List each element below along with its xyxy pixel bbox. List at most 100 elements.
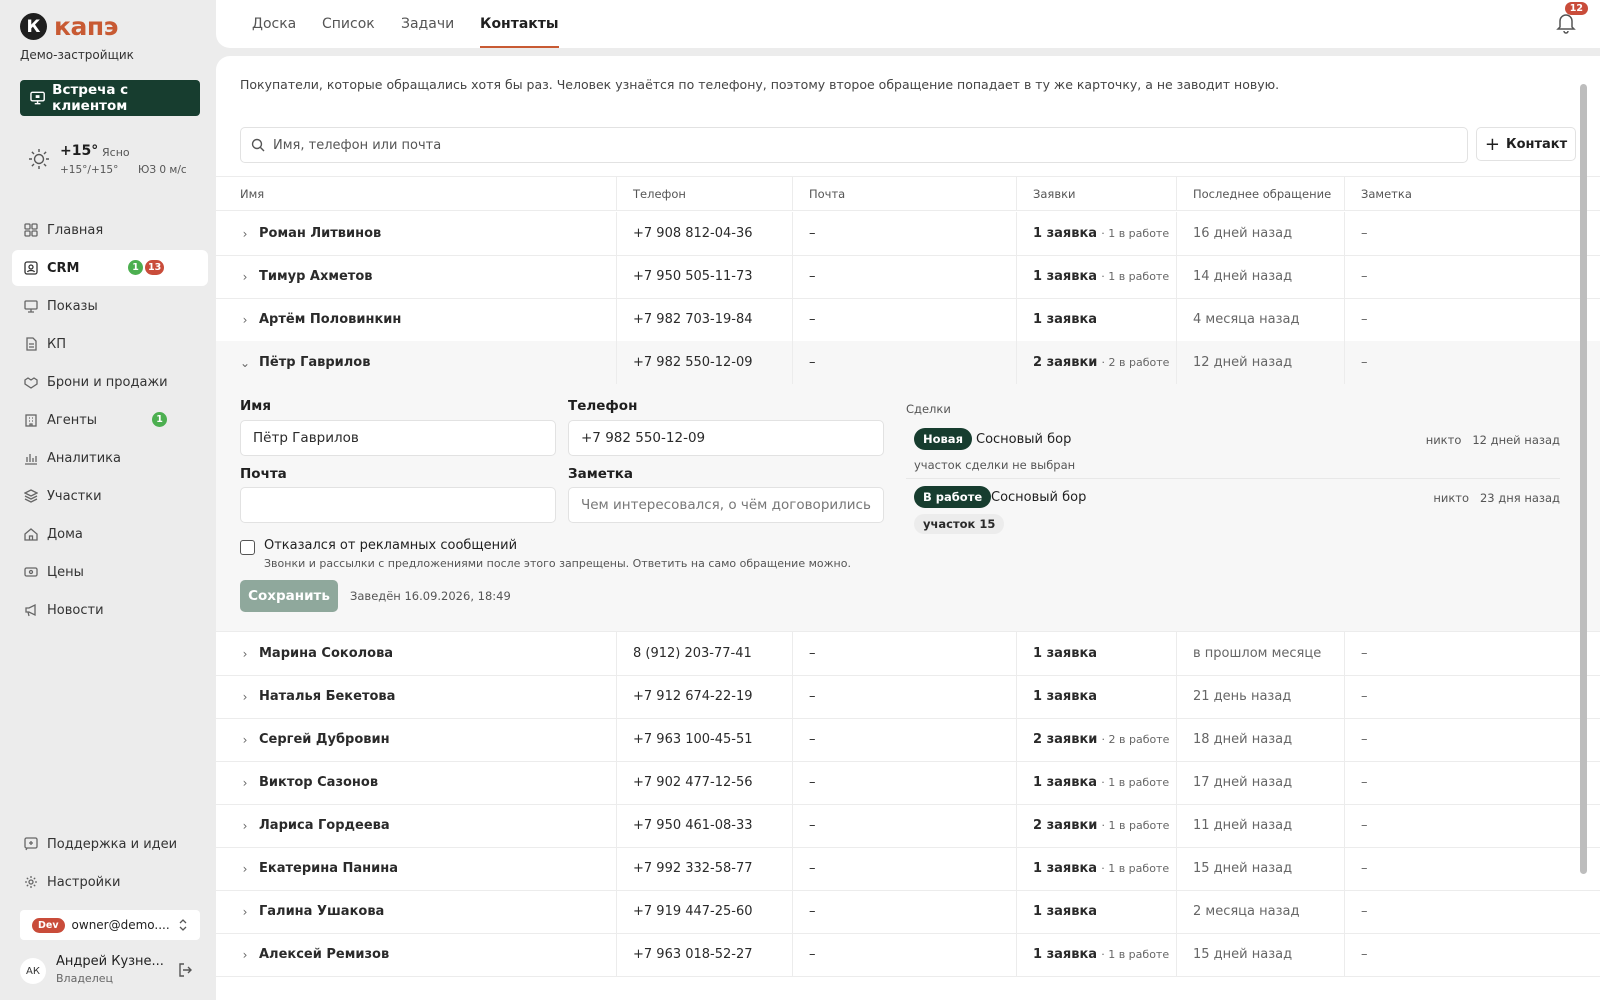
requests-in-progress: · 1 в работе [1101, 776, 1170, 789]
logo[interactable]: К капэ [20, 12, 118, 41]
table-row[interactable]: › Тимур Ахметов +7 950 505-11-73–1 заявка … [216, 255, 1600, 299]
table-row[interactable]: › Марина Соколова 8 (912) 203-77-41–1 заяв… [216, 632, 1600, 676]
sidebar-item-plots[interactable]: Участки [12, 478, 208, 514]
weather-widget: +15° Ясно +15°/+15° ЮЗ 0 м/с [28, 142, 198, 182]
save-button[interactable]: Сохранить [240, 580, 338, 612]
chevron-right-icon[interactable]: › [240, 270, 250, 284]
table-row[interactable]: › Галина Ушакова +7 919 447-25-60–1 заявка… [216, 890, 1600, 934]
email-label: Почта [240, 466, 287, 482]
chevron-right-icon[interactable]: › [240, 862, 250, 876]
weather-condition: Ясно [102, 146, 130, 159]
sidebar-item-houses[interactable]: Дома [12, 516, 208, 552]
sidebar-item-support[interactable]: Поддержка и идеи [12, 826, 208, 862]
search-input[interactable]: Имя, телефон или почта [240, 127, 1468, 163]
env-badge: Dev [32, 917, 65, 933]
chevron-right-icon[interactable]: › [240, 227, 250, 241]
chevron-right-icon[interactable]: › [240, 733, 250, 747]
cell-last-contact: 17 дней назад [1176, 761, 1344, 804]
table-row[interactable]: › Лариса Гордеева +7 950 461-08-33–2 заявк… [216, 804, 1600, 848]
scrollbar[interactable] [1580, 84, 1587, 874]
header-email[interactable]: Почта [792, 177, 1016, 210]
sidebar-item-prices[interactable]: Цены [12, 554, 208, 590]
header-note[interactable]: Заметка [1344, 177, 1600, 210]
chevron-right-icon[interactable]: › [240, 948, 250, 962]
deal-meta: никто 23 дня назад [1433, 491, 1560, 505]
sidebar-item-label: Участки [47, 488, 102, 504]
deal-status-badge: В работе [914, 486, 992, 508]
header-last-contact[interactable]: Последнее обращение [1176, 177, 1344, 210]
table-row[interactable]: › Алексей Ремизов +7 963 018-52-27–1 заявк… [216, 933, 1600, 977]
logout-icon[interactable] [178, 962, 194, 978]
cell-requests: 1 заявка [1016, 298, 1176, 341]
sidebar-item-crm[interactable]: CRM 1 13 [12, 250, 208, 286]
header-phone[interactable]: Телефон [616, 177, 792, 210]
chevron-right-icon[interactable]: › [240, 776, 250, 790]
sidebar-item-home[interactable]: Главная [12, 212, 208, 248]
table-row[interactable]: › Виктор Сазонов +7 902 477-12-56–1 заявка… [216, 761, 1600, 805]
contacts-description: Покупатели, которые обращались хотя бы р… [240, 77, 1280, 92]
cell-phone: +7 902 477-12-56 [616, 761, 792, 804]
table-row[interactable]: › Екатерина Панина +7 992 332-58-77–1 заяв… [216, 847, 1600, 891]
email-field[interactable] [240, 487, 556, 523]
table-row[interactable]: › Наталья Бекетова +7 912 674-22-19–1 заяв… [216, 675, 1600, 719]
cell-note: – [1344, 675, 1600, 718]
chevron-right-icon[interactable]: › [240, 313, 250, 327]
sidebar-item-bookings[interactable]: Брони и продажи [12, 364, 208, 400]
sidebar-item-kp[interactable]: КП [12, 326, 208, 362]
contact-name: Пётр Гаврилов [259, 355, 371, 370]
sidebar-item-analytics[interactable]: Аналитика [12, 440, 208, 476]
table-row[interactable]: › Роман Литвинов +7 908 812-04-36–1 заявка… [216, 212, 1600, 256]
company-name: Демо-застройщик [20, 48, 134, 62]
tab-contacts[interactable]: Контакты [480, 16, 559, 48]
table-header: Имя Телефон Почта Заявки Последнее обращ… [216, 176, 1600, 211]
cell-last-contact: 11 дней назад [1176, 804, 1344, 847]
crm-badge-overdue: 13 [145, 260, 165, 275]
notifications-button[interactable] [1556, 12, 1576, 38]
support-label: Поддержка и идеи [47, 836, 178, 852]
chevron-right-icon[interactable]: › [240, 690, 250, 704]
crm-badge-new: 1 [128, 260, 143, 275]
table-row[interactable]: › Сергей Дубровин +7 963 100-45-51–2 заявк… [216, 718, 1600, 762]
cell-requests: 1 заявка [1016, 632, 1176, 675]
phone-field[interactable]: +7 982 550-12-09 [568, 420, 884, 456]
chevron-right-icon[interactable]: › [240, 647, 250, 661]
table-row[interactable]: ⌄ Пётр Гаврилов +7 982 550-12-09–2 заявки … [216, 341, 1600, 385]
header-requests[interactable]: Заявки [1016, 177, 1176, 210]
contact-name: Екатерина Панина [259, 861, 399, 876]
add-contact-button[interactable]: + Контакт [1476, 127, 1576, 161]
table-row[interactable]: › Артём Половинкин +7 982 703-19-84–1 заяв… [216, 298, 1600, 342]
cell-note: – [1344, 298, 1600, 341]
cell-name: › Артём Половинкин [240, 298, 616, 341]
cell-phone: +7 912 674-22-19 [616, 675, 792, 718]
cell-phone: +7 992 332-58-77 [616, 847, 792, 890]
cell-last-contact: в прошлом месяце [1176, 632, 1344, 675]
cell-name: › Галина Ушакова [240, 890, 616, 933]
user-profile[interactable]: АК Андрей Кузне... Владелец [20, 954, 200, 990]
chevron-right-icon[interactable]: › [240, 819, 250, 833]
deal-item[interactable]: Новая Сосновый бор участок сделки не выб… [906, 428, 1560, 484]
note-field[interactable]: Чем интересовался, о чём договорились [568, 487, 884, 523]
cell-email: – [792, 718, 1016, 761]
cell-last-contact: 15 дней назад [1176, 933, 1344, 976]
contact-name: Марина Соколова [259, 646, 394, 661]
sidebar-item-news[interactable]: Новости [12, 592, 208, 628]
client-meeting-button[interactable]: Встреча с клиентом [20, 80, 200, 116]
search-icon [251, 138, 265, 152]
deal-item[interactable]: В работе Сосновый бор участок 15 никто 2… [906, 486, 1560, 542]
tab-board[interactable]: Доска [252, 16, 296, 48]
optout-checkbox[interactable] [240, 540, 255, 555]
optout-hint: Звонки и рассылки с предложениями после … [264, 557, 851, 570]
tab-tasks[interactable]: Задачи [401, 16, 454, 48]
chevron-down-icon[interactable]: ⌄ [240, 356, 250, 370]
header-name[interactable]: Имя [240, 177, 616, 210]
sidebar-item-settings[interactable]: Настройки [12, 864, 208, 900]
chevron-right-icon[interactable]: › [240, 905, 250, 919]
sidebar-item-showings[interactable]: Показы [12, 288, 208, 324]
deal-status-badge: Новая [914, 428, 972, 450]
name-field[interactable]: Пётр Гаврилов [240, 420, 556, 456]
sidebar-item-agents[interactable]: Агенты 1 [12, 402, 208, 438]
account-switcher[interactable]: Dev owner@demo.... [20, 910, 200, 940]
tab-list[interactable]: Список [322, 16, 375, 48]
add-contact-label: Контакт [1505, 136, 1568, 152]
requests-in-progress: · 1 в работе [1101, 270, 1170, 283]
